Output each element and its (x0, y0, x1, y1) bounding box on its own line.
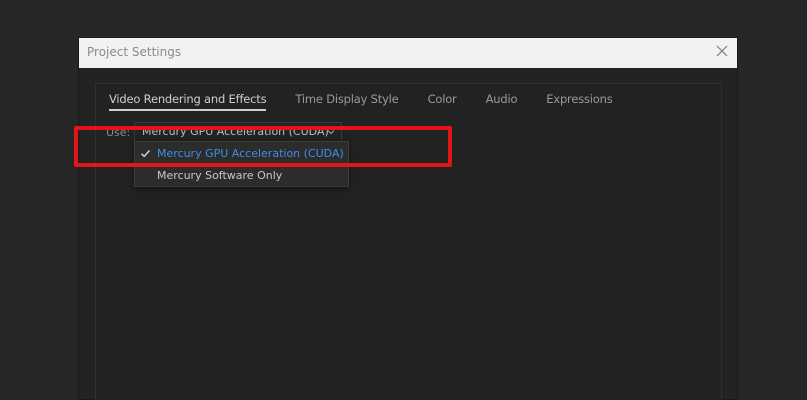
close-icon[interactable] (715, 44, 729, 58)
project-settings-dialog: Project Settings Video Rendering and Eff… (78, 37, 738, 400)
tab-bar: Video Rendering and Effects Time Display… (109, 92, 642, 111)
tab-audio[interactable]: Audio (486, 92, 518, 111)
dialog-title: Project Settings (87, 45, 182, 59)
menu-item-mercury-software-only[interactable]: Mercury Software Only (135, 165, 348, 187)
tab-expressions[interactable]: Expressions (546, 92, 612, 111)
tab-color[interactable]: Color (428, 92, 457, 111)
red-highlight-annotation (74, 126, 452, 167)
tab-video-rendering-and-effects[interactable]: Video Rendering and Effects (109, 92, 267, 111)
tab-time-display-style[interactable]: Time Display Style (295, 92, 398, 111)
menu-item-label: Mercury Software Only (157, 169, 283, 182)
dialog-titlebar[interactable]: Project Settings (79, 38, 737, 68)
screen: Project Settings Video Rendering and Eff… (0, 0, 807, 400)
